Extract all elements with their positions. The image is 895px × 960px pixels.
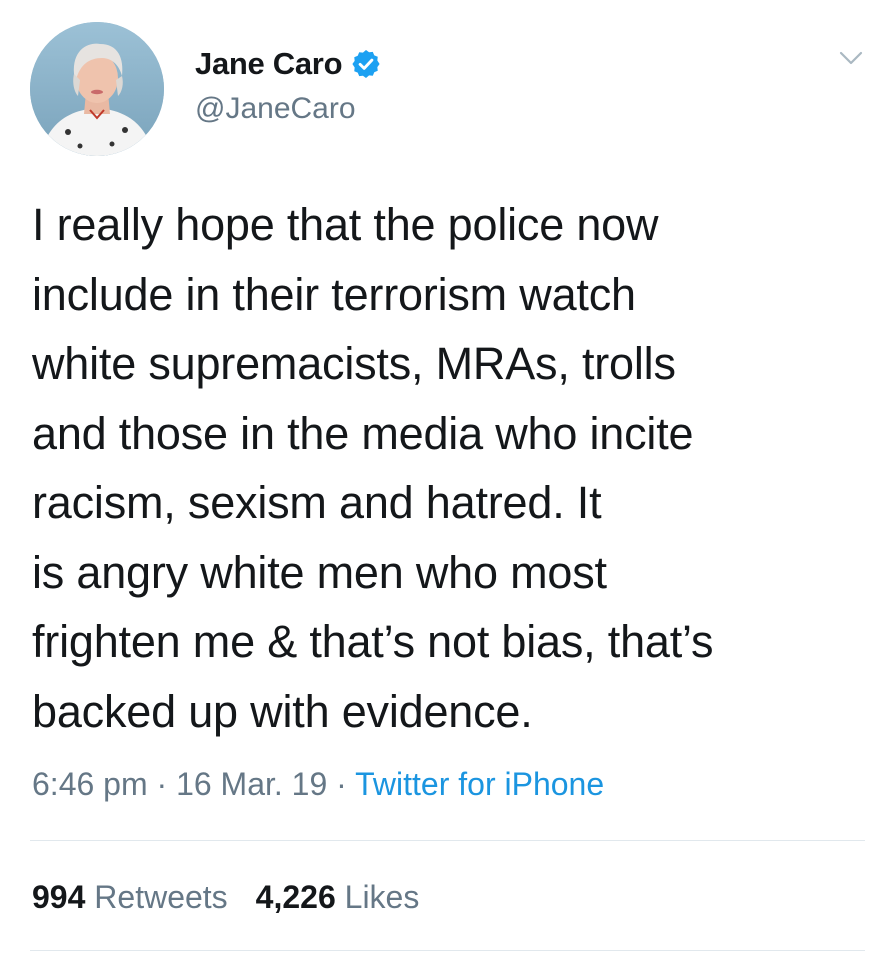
divider [30,950,865,951]
divider [30,840,865,841]
profile-photo-icon [30,22,164,156]
meta-separator: · [147,766,177,802]
tweet-stats: 994 Retweets 4,226 Likes [32,879,419,916]
tweet-card: Jane Caro @JaneCaro I really hope that t… [0,0,895,960]
retweets-stat[interactable]: 994 Retweets [32,879,228,916]
tweet-time[interactable]: 6:46 pm [32,766,148,802]
tweet-text: I really hope that the police now includ… [32,199,714,737]
likes-stat[interactable]: 4,226 Likes [256,879,420,916]
author-header[interactable]: Jane Caro @JaneCaro [195,44,382,126]
display-name-row: Jane Caro [195,44,382,84]
tweet-source-link[interactable]: Twitter for iPhone [355,766,604,802]
likes-count: 4,226 [255,879,336,915]
retweets-count: 994 [32,879,86,915]
display-name[interactable]: Jane Caro [195,46,343,82]
chevron-down-icon[interactable] [838,48,864,68]
retweets-label: Retweets [94,879,228,915]
avatar[interactable] [30,22,164,156]
verified-badge-icon [352,50,380,78]
meta-separator: · [327,766,356,802]
likes-label: Likes [344,879,420,915]
user-handle[interactable]: @JaneCaro [195,92,382,126]
tweet-date[interactable]: 16 Mar. 19 [176,766,327,802]
tweet-meta: 6:46 pm · 16 Mar. 19 · Twitter for iPhon… [32,766,604,803]
